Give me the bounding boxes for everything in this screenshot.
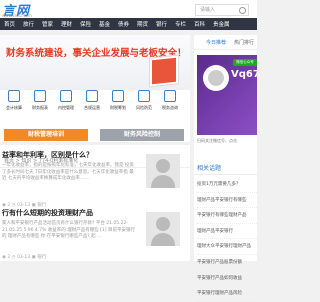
article-list: 首页 > 知识 > 774-0利率标准化 益率和年利率，区别是什么？ 一年化收益… xyxy=(0,145,190,261)
tax-plan-icon xyxy=(112,90,124,102)
nav-item[interactable]: 专栏 xyxy=(175,20,186,28)
article-excerpt: 家人和平安银行产品活动首页有什么银行存款? 平台 21.05.22-21.05.… xyxy=(2,221,135,239)
nav-item[interactable]: 债券 xyxy=(118,20,129,28)
wechat-id: Vq672 xyxy=(231,69,257,80)
related-link[interactable]: 平安银行理财产品风险 xyxy=(197,286,257,302)
feature-label: 财务报表 xyxy=(32,105,48,110)
feature-label: 内控管理 xyxy=(58,105,74,110)
article-thumbnail[interactable] xyxy=(146,212,180,246)
feature-item: 财税筹划 xyxy=(110,90,126,111)
article-thumbnail[interactable] xyxy=(146,154,180,188)
feature-icons: 会计核算 财务报表 内控管理 合规运营 财税筹划 风险防范 税务咨询 xyxy=(0,90,190,122)
finance-training-button[interactable]: 财税管理培训 xyxy=(4,129,88,141)
article-title[interactable]: 益率和年利率，区别是什么？ xyxy=(2,150,93,160)
nav-item[interactable]: 基金 xyxy=(99,20,110,28)
search-input[interactable]: 请输入 xyxy=(195,4,249,16)
consult-icon xyxy=(164,90,176,102)
nav-item[interactable]: 理财 xyxy=(61,20,72,28)
risk-icon xyxy=(138,90,150,102)
wechat-promo[interactable]: 微信公众号 Vq672 xyxy=(197,55,257,135)
nav-item[interactable]: 旅行 xyxy=(23,20,34,28)
banner-header: 财务系统建设，事关企业发展与老板安全！ xyxy=(0,35,190,90)
promo-caption: 扫码关注微信号、点击 xyxy=(197,138,237,143)
nav-item[interactable]: 管家 xyxy=(42,20,53,28)
feature-label: 会计核算 xyxy=(6,105,22,110)
ledger-icon xyxy=(8,90,20,102)
nav-item[interactable]: 期货 xyxy=(137,20,148,28)
related-links: 投资1万元需要几多？ 理财产品平安银行有哪些 平安银行有哪些理财产品 理财产品平… xyxy=(197,177,257,302)
promo-banner[interactable]: 财务系统建设，事关企业发展与老板安全！ 会计核算 财务报表 内控管理 合规运营 … xyxy=(0,35,190,142)
article-excerpt: 一年化收益率，指的是按照年化标准，七天年化收益率。我是 投资了多长时间七天 7日… xyxy=(2,163,134,181)
feature-label: 合规运营 xyxy=(84,105,100,110)
feature-item: 合规运营 xyxy=(84,90,100,111)
related-link[interactable]: 平安银行产品如何收益 xyxy=(197,271,257,287)
report-icon xyxy=(34,90,46,102)
search-placeholder: 请输入 xyxy=(200,7,216,13)
feature-item: 会计核算 xyxy=(6,90,22,111)
nav-item[interactable]: 首页 xyxy=(4,20,15,28)
search-icon[interactable] xyxy=(239,7,246,14)
section-title: 相关话题 xyxy=(197,165,222,172)
compliance-icon xyxy=(86,90,98,102)
tab-today[interactable]: 今日推荐 xyxy=(206,39,226,46)
article-meta: ◉ 2 ◷ 03-13 ▣ 银行 xyxy=(2,254,46,260)
related-link[interactable]: 理财大众平安银行理财产品 xyxy=(197,239,257,255)
feature-item: 税务咨询 xyxy=(162,90,178,111)
sidebar: 今日推荐 热门排行 微信公众号 Vq672 扫码关注微信号、点击 相关话题 投资… xyxy=(194,35,257,302)
related-link[interactable]: 理财产品平安银行有哪些 xyxy=(197,193,257,209)
feature-label: 风险防范 xyxy=(136,105,152,110)
tab-hot[interactable]: 热门排行 xyxy=(234,39,254,46)
cube-graphic xyxy=(150,55,178,87)
avatar xyxy=(203,65,229,91)
related-link[interactable]: 投资1万元需要几多？ xyxy=(197,177,257,193)
article-title[interactable]: 行有什么短期的投资理财产品 xyxy=(2,208,93,218)
feature-item: 财务报表 xyxy=(32,90,48,111)
feature-label: 财税筹划 xyxy=(110,105,126,110)
wechat-badge: 微信公众号 xyxy=(233,59,257,66)
related-link[interactable]: 理财产品平安银行 xyxy=(197,224,257,240)
related-link[interactable]: 平安银行产品股票份额 xyxy=(197,255,257,271)
nav-item[interactable]: 百科 xyxy=(194,20,205,28)
feature-item: 风险防范 xyxy=(136,90,152,111)
feature-item: 内控管理 xyxy=(58,90,74,111)
feature-label: 税务咨询 xyxy=(162,105,178,110)
nav-item[interactable]: 贵金属 xyxy=(213,20,230,28)
sidebar-tabs: 今日推荐 热门排行 xyxy=(194,35,257,50)
risk-control-button[interactable]: 财务风险控制 xyxy=(100,129,184,141)
related-link[interactable]: 平安银行有哪些理财产品 xyxy=(197,208,257,224)
related-topics-header: 相关话题 xyxy=(194,160,257,175)
article-date: 03-13 xyxy=(17,255,31,260)
nav-item[interactable]: 银行 xyxy=(156,20,167,28)
main-nav: 首页 旅行 管家 理财 保险 基金 债券 期货 银行 专栏 百科 贵金属 xyxy=(0,18,257,30)
article-tag[interactable]: 银行 xyxy=(37,255,46,260)
control-icon xyxy=(60,90,72,102)
nav-item[interactable]: 保险 xyxy=(80,20,91,28)
top-header: 言网 www.cnxz.com 请输入 xyxy=(0,0,257,18)
view-count: 2 xyxy=(7,255,11,260)
